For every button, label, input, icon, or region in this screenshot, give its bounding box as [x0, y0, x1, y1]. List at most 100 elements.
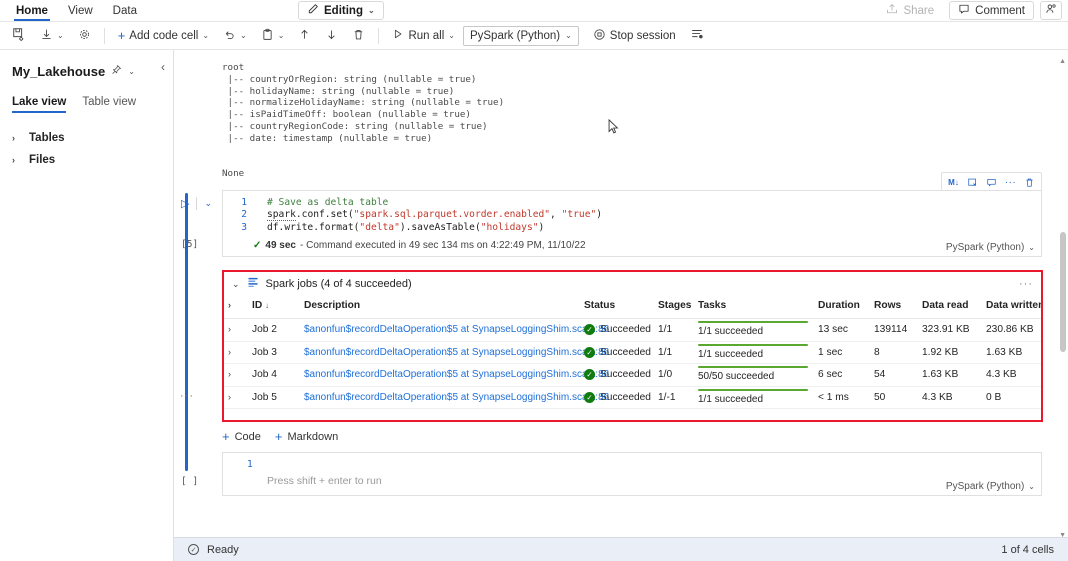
table-row[interactable]: › Job 4 $anonfun$recordDeltaOperation$5 …: [224, 364, 1041, 387]
ribbon-tab-data[interactable]: Data: [103, 0, 147, 21]
table-row[interactable]: › Job 5 $anonfun$recordDeltaOperation$5 …: [224, 386, 1041, 409]
row-description-link[interactable]: $anonfun$recordDeltaOperation$5 at Synap…: [304, 369, 609, 380]
col-duration[interactable]: Duration: [814, 296, 870, 319]
tree-item-files[interactable]: › Files: [0, 149, 173, 171]
col-status[interactable]: Status: [580, 296, 654, 319]
row-id: Job 5: [248, 386, 300, 409]
move-cell-up-button[interactable]: [292, 25, 317, 47]
ribbon-tab-view[interactable]: View: [58, 0, 103, 21]
scroll-up-arrow-icon[interactable]: ▲: [1059, 58, 1066, 65]
col-data-read[interactable]: Data read: [918, 296, 982, 319]
notebook-app: Home View Data Share Comment: [0, 0, 1068, 561]
row-status: ✓Succeeded: [580, 386, 654, 409]
row-expand-toggle[interactable]: ›: [224, 364, 248, 387]
add-comment-icon[interactable]: [983, 174, 1000, 191]
tasks-progress-bar: [698, 344, 808, 346]
ribbon-tab-home[interactable]: Home: [6, 0, 58, 21]
status-bar-left: ✓ Ready: [188, 544, 239, 556]
add-code-button[interactable]: + Code: [222, 430, 261, 443]
chevron-down-icon: ⌄: [1028, 243, 1035, 252]
convert-to-markdown-icon[interactable]: M↓: [945, 174, 962, 191]
save-button[interactable]: [6, 25, 32, 47]
editing-mode-button[interactable]: Editing ⌄: [298, 1, 384, 20]
pencil-icon: [307, 3, 319, 18]
lakehouse-title-row: My_Lakehouse ⌄: [0, 60, 173, 82]
row-status-label: Succeeded: [600, 347, 651, 358]
editing-label: Editing: [324, 5, 363, 17]
row-description[interactable]: $anonfun$recordDeltaOperation$5 at Synap…: [300, 319, 580, 342]
row-status-label: Succeeded: [600, 369, 651, 380]
row-status: ✓Succeeded: [580, 364, 654, 387]
cell-kernel-selector[interactable]: PySpark (Python) ⌄: [946, 242, 1035, 253]
table-row[interactable]: › Job 3 $anonfun$recordDeltaOperation$5 …: [224, 341, 1041, 364]
col-description[interactable]: Description: [300, 296, 580, 319]
tasks-progress-bar: [698, 366, 808, 368]
vertical-scrollbar[interactable]: ▲ ▼: [1058, 84, 1066, 533]
col-data-written[interactable]: Data written: [982, 296, 1041, 319]
ribbon-tab-strip: Home View Data Share Comment: [0, 0, 1068, 22]
col-rows[interactable]: Rows: [870, 296, 918, 319]
collapse-left-icon[interactable]: ‹: [161, 60, 165, 74]
delete-cell-icon[interactable]: [1021, 174, 1038, 191]
add-code-cell-button[interactable]: + Add code cell ⌄: [112, 25, 215, 47]
active-cell-indicator: [185, 193, 188, 471]
scrollbar-thumb[interactable]: [1060, 232, 1066, 352]
code-cell[interactable]: ▷ ⌄ [5] 1 # Save as delta table 2 spark.…: [222, 190, 1042, 257]
empty-cell-kernel-selector[interactable]: PySpark (Python) ⌄: [946, 481, 1035, 492]
more-options-icon[interactable]: ···: [1002, 174, 1019, 191]
add-markdown-label: Markdown: [287, 431, 338, 443]
empty-code-cell[interactable]: [ ] 1 Press shift + enter to run PySpark…: [222, 452, 1042, 496]
ribbon-tab-home-label: Home: [16, 5, 48, 17]
arrow-up-icon: [298, 28, 311, 44]
add-code-label: Code: [235, 431, 261, 443]
pin-icon[interactable]: [111, 62, 122, 80]
clear-output-icon[interactable]: [964, 174, 981, 191]
download-button[interactable]: ⌄: [34, 25, 70, 47]
code-editor[interactable]: 1 # Save as delta table 2 spark.conf.set…: [223, 191, 1041, 236]
chevron-down-icon[interactable]: ⌄: [128, 67, 135, 76]
collapse-cell-icon[interactable]: ⌄: [204, 198, 212, 209]
session-config-button[interactable]: [684, 25, 710, 47]
row-description-link[interactable]: $anonfun$recordDeltaOperation$5 at Synap…: [304, 347, 609, 358]
col-expand-all[interactable]: ›: [224, 296, 248, 319]
row-expand-toggle[interactable]: ›: [224, 386, 248, 409]
scroll-down-arrow-icon[interactable]: ▼: [1059, 532, 1066, 537]
table-row[interactable]: › Job 2 $anonfun$recordDeltaOperation$5 …: [224, 319, 1041, 342]
run-all-button[interactable]: Run all ⌄: [386, 25, 461, 47]
cell-overflow-dots[interactable]: ···: [180, 390, 194, 402]
row-description[interactable]: $anonfun$recordDeltaOperation$5 at Synap…: [300, 341, 580, 364]
row-duration: < 1 ms: [814, 386, 870, 409]
kernel-selector[interactable]: PySpark (Python) ⌄: [463, 26, 579, 46]
delete-cell-button[interactable]: [346, 25, 371, 47]
row-expand-toggle[interactable]: ›: [224, 341, 248, 364]
row-description[interactable]: $anonfun$recordDeltaOperation$5 at Synap…: [300, 386, 580, 409]
row-description[interactable]: $anonfun$recordDeltaOperation$5 at Synap…: [300, 364, 580, 387]
comment-button[interactable]: Comment: [949, 1, 1034, 20]
move-cell-down-button[interactable]: [319, 25, 344, 47]
tree-item-tables[interactable]: › Tables: [0, 127, 173, 149]
row-description-link[interactable]: $anonfun$recordDeltaOperation$5 at Synap…: [304, 324, 609, 335]
settings-button[interactable]: [72, 25, 97, 47]
row-expand-toggle[interactable]: ›: [224, 319, 248, 342]
empty-cell-execution-count: [ ]: [181, 476, 198, 487]
undo-button[interactable]: ⌄: [217, 25, 253, 47]
row-description-link[interactable]: $anonfun$recordDeltaOperation$5 at Synap…: [304, 392, 609, 403]
share-button[interactable]: Share: [877, 1, 943, 20]
spark-jobs-table-body: › Job 2 $anonfun$recordDeltaOperation$5 …: [224, 319, 1041, 409]
add-markdown-button[interactable]: + Markdown: [275, 430, 338, 443]
more-options-icon[interactable]: ···: [1019, 278, 1033, 290]
run-cell-icon[interactable]: ▷: [181, 197, 189, 210]
col-tasks[interactable]: Tasks: [694, 296, 814, 319]
clipboard-button[interactable]: ⌄: [255, 25, 291, 47]
tab-table-view[interactable]: Table view: [82, 96, 136, 113]
stop-session-button[interactable]: Stop session: [587, 25, 682, 47]
row-data-written: 1.63 KB: [982, 341, 1041, 364]
schema-output-text: root |-- countryOrRegion: string (nullab…: [222, 62, 504, 180]
col-stages[interactable]: Stages: [654, 296, 694, 319]
tab-lake-view[interactable]: Lake view: [12, 96, 66, 113]
col-id[interactable]: ID ↓: [248, 296, 300, 319]
people-button[interactable]: [1040, 1, 1062, 20]
chevron-down-icon[interactable]: ⌄: [232, 279, 240, 290]
ribbon-right-group: Share Comment: [877, 0, 1068, 21]
row-id: Job 2: [248, 319, 300, 342]
